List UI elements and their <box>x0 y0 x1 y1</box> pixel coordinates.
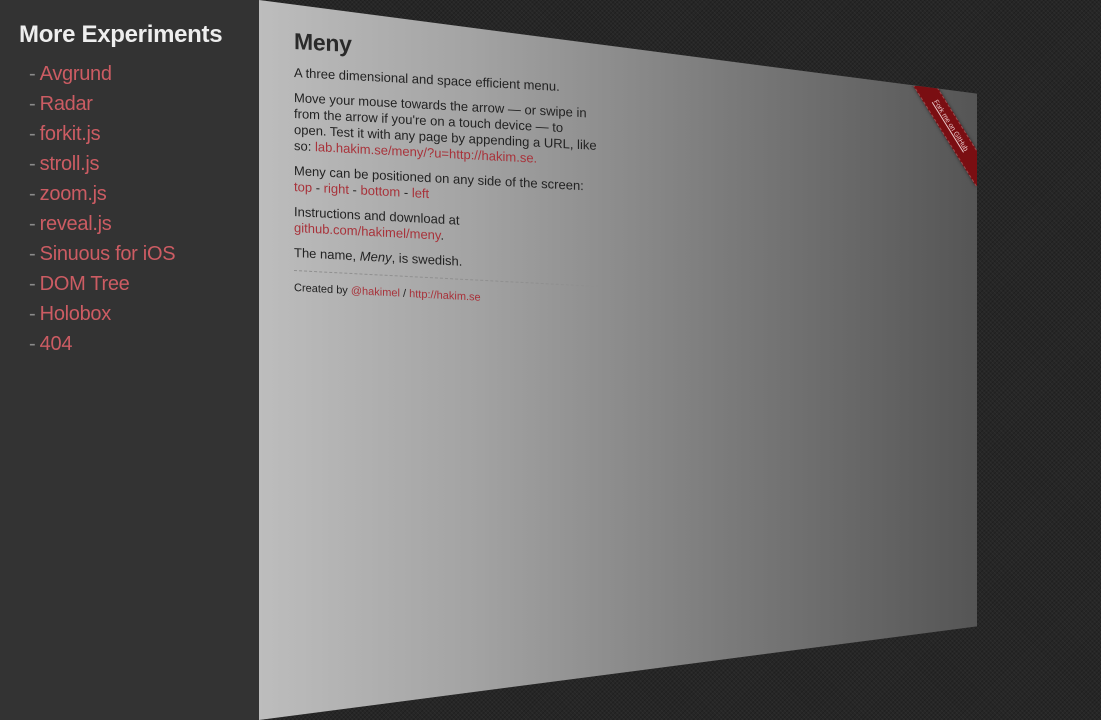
menu-item-radar: - Radar <box>29 89 259 119</box>
menu-item-reveal: - reveal.js <box>29 209 259 239</box>
position-separator: - <box>348 181 361 198</box>
menu-dash: - <box>29 273 36 295</box>
menu-link-zoom[interactable]: zoom.js <box>40 183 107 205</box>
fork-ribbon[interactable]: Fork me on GitHub <box>907 86 977 187</box>
positions-paragraph: Meny can be positioned on any side of th… <box>294 163 599 211</box>
position-left-link[interactable]: left <box>412 185 429 201</box>
menu-link-stroll[interactable]: stroll.js <box>40 153 100 175</box>
menu-link-forkit[interactable]: forkit.js <box>40 123 101 145</box>
menu-dash: - <box>29 303 36 325</box>
download-period: . <box>440 227 445 243</box>
menu-dash: - <box>29 213 36 235</box>
menu-dash: - <box>29 63 36 85</box>
position-top-link[interactable]: top <box>294 179 312 195</box>
position-right-link[interactable]: right <box>324 181 349 197</box>
menu-item-holobox: - Holobox <box>29 299 259 329</box>
menu-dash: - <box>29 333 36 355</box>
instructions-paragraph: Move your mouse towards the arrow — or s… <box>294 90 599 170</box>
author-handle-link[interactable]: @hakimel <box>351 285 400 300</box>
menu-list: - Avgrund - Radar - forkit.js - stroll.js -z… <box>19 59 259 359</box>
fork-ribbon-container: Fork me on GitHub <box>897 86 977 196</box>
menu-link-avgrund[interactable]: Avgrund <box>40 63 112 85</box>
panel-content: Meny A three dimensional and space effic… <box>294 28 599 321</box>
menu-link-reveal[interactable]: reveal.js <box>40 213 112 235</box>
menu-item-forkit: - forkit.js <box>29 119 259 149</box>
menu-dash: - <box>29 123 36 145</box>
download-paragraph: Instructions and download at github.com/… <box>294 204 599 252</box>
menu-item-dom-tree: - DOM Tree <box>29 269 259 299</box>
credit-separator: / <box>399 287 410 301</box>
menu-dash: - <box>29 183 36 205</box>
menu-link-holobox[interactable]: Holobox <box>40 303 112 325</box>
menu-item-zoom: - zoom.js <box>29 179 259 209</box>
menu-item-avgrund: - Avgrund <box>29 59 259 89</box>
menu-dash: - <box>29 243 36 265</box>
content-panel: Meny A three dimensional and space effic… <box>259 0 977 720</box>
name-prefix: The name, <box>294 245 357 264</box>
menu-dash: - <box>29 153 36 175</box>
name-word: Meny <box>359 248 392 266</box>
position-bottom-link[interactable]: bottom <box>361 182 401 199</box>
menu-title: More Experiments <box>19 21 223 48</box>
created-by-text: Created by <box>294 282 348 297</box>
menu-item-stroll: - stroll.js <box>29 149 259 179</box>
menu-link-radar[interactable]: Radar <box>40 93 93 115</box>
author-site-link[interactable]: http://hakim.se <box>409 288 481 304</box>
position-separator: - <box>400 184 412 201</box>
position-separator: - <box>312 179 324 196</box>
menu-item-404: -404 <box>29 329 259 359</box>
menu-item-sinuous: - Sinuous for iOS <box>29 239 259 269</box>
menu-dash: - <box>29 93 36 115</box>
credits: Created by @hakimel / http://hakim.se <box>294 280 599 312</box>
page-title: Meny <box>294 28 352 58</box>
experiments-menu: More Experiments - Avgrund - Radar - forkit… <box>0 0 259 720</box>
menu-link-sinuous[interactable]: Sinuous for iOS <box>40 243 176 265</box>
menu-link-404[interactable]: 404 <box>40 333 73 355</box>
menu-link-dom-tree[interactable]: DOM Tree <box>40 273 130 295</box>
name-suffix: , is swedish. <box>391 250 463 269</box>
